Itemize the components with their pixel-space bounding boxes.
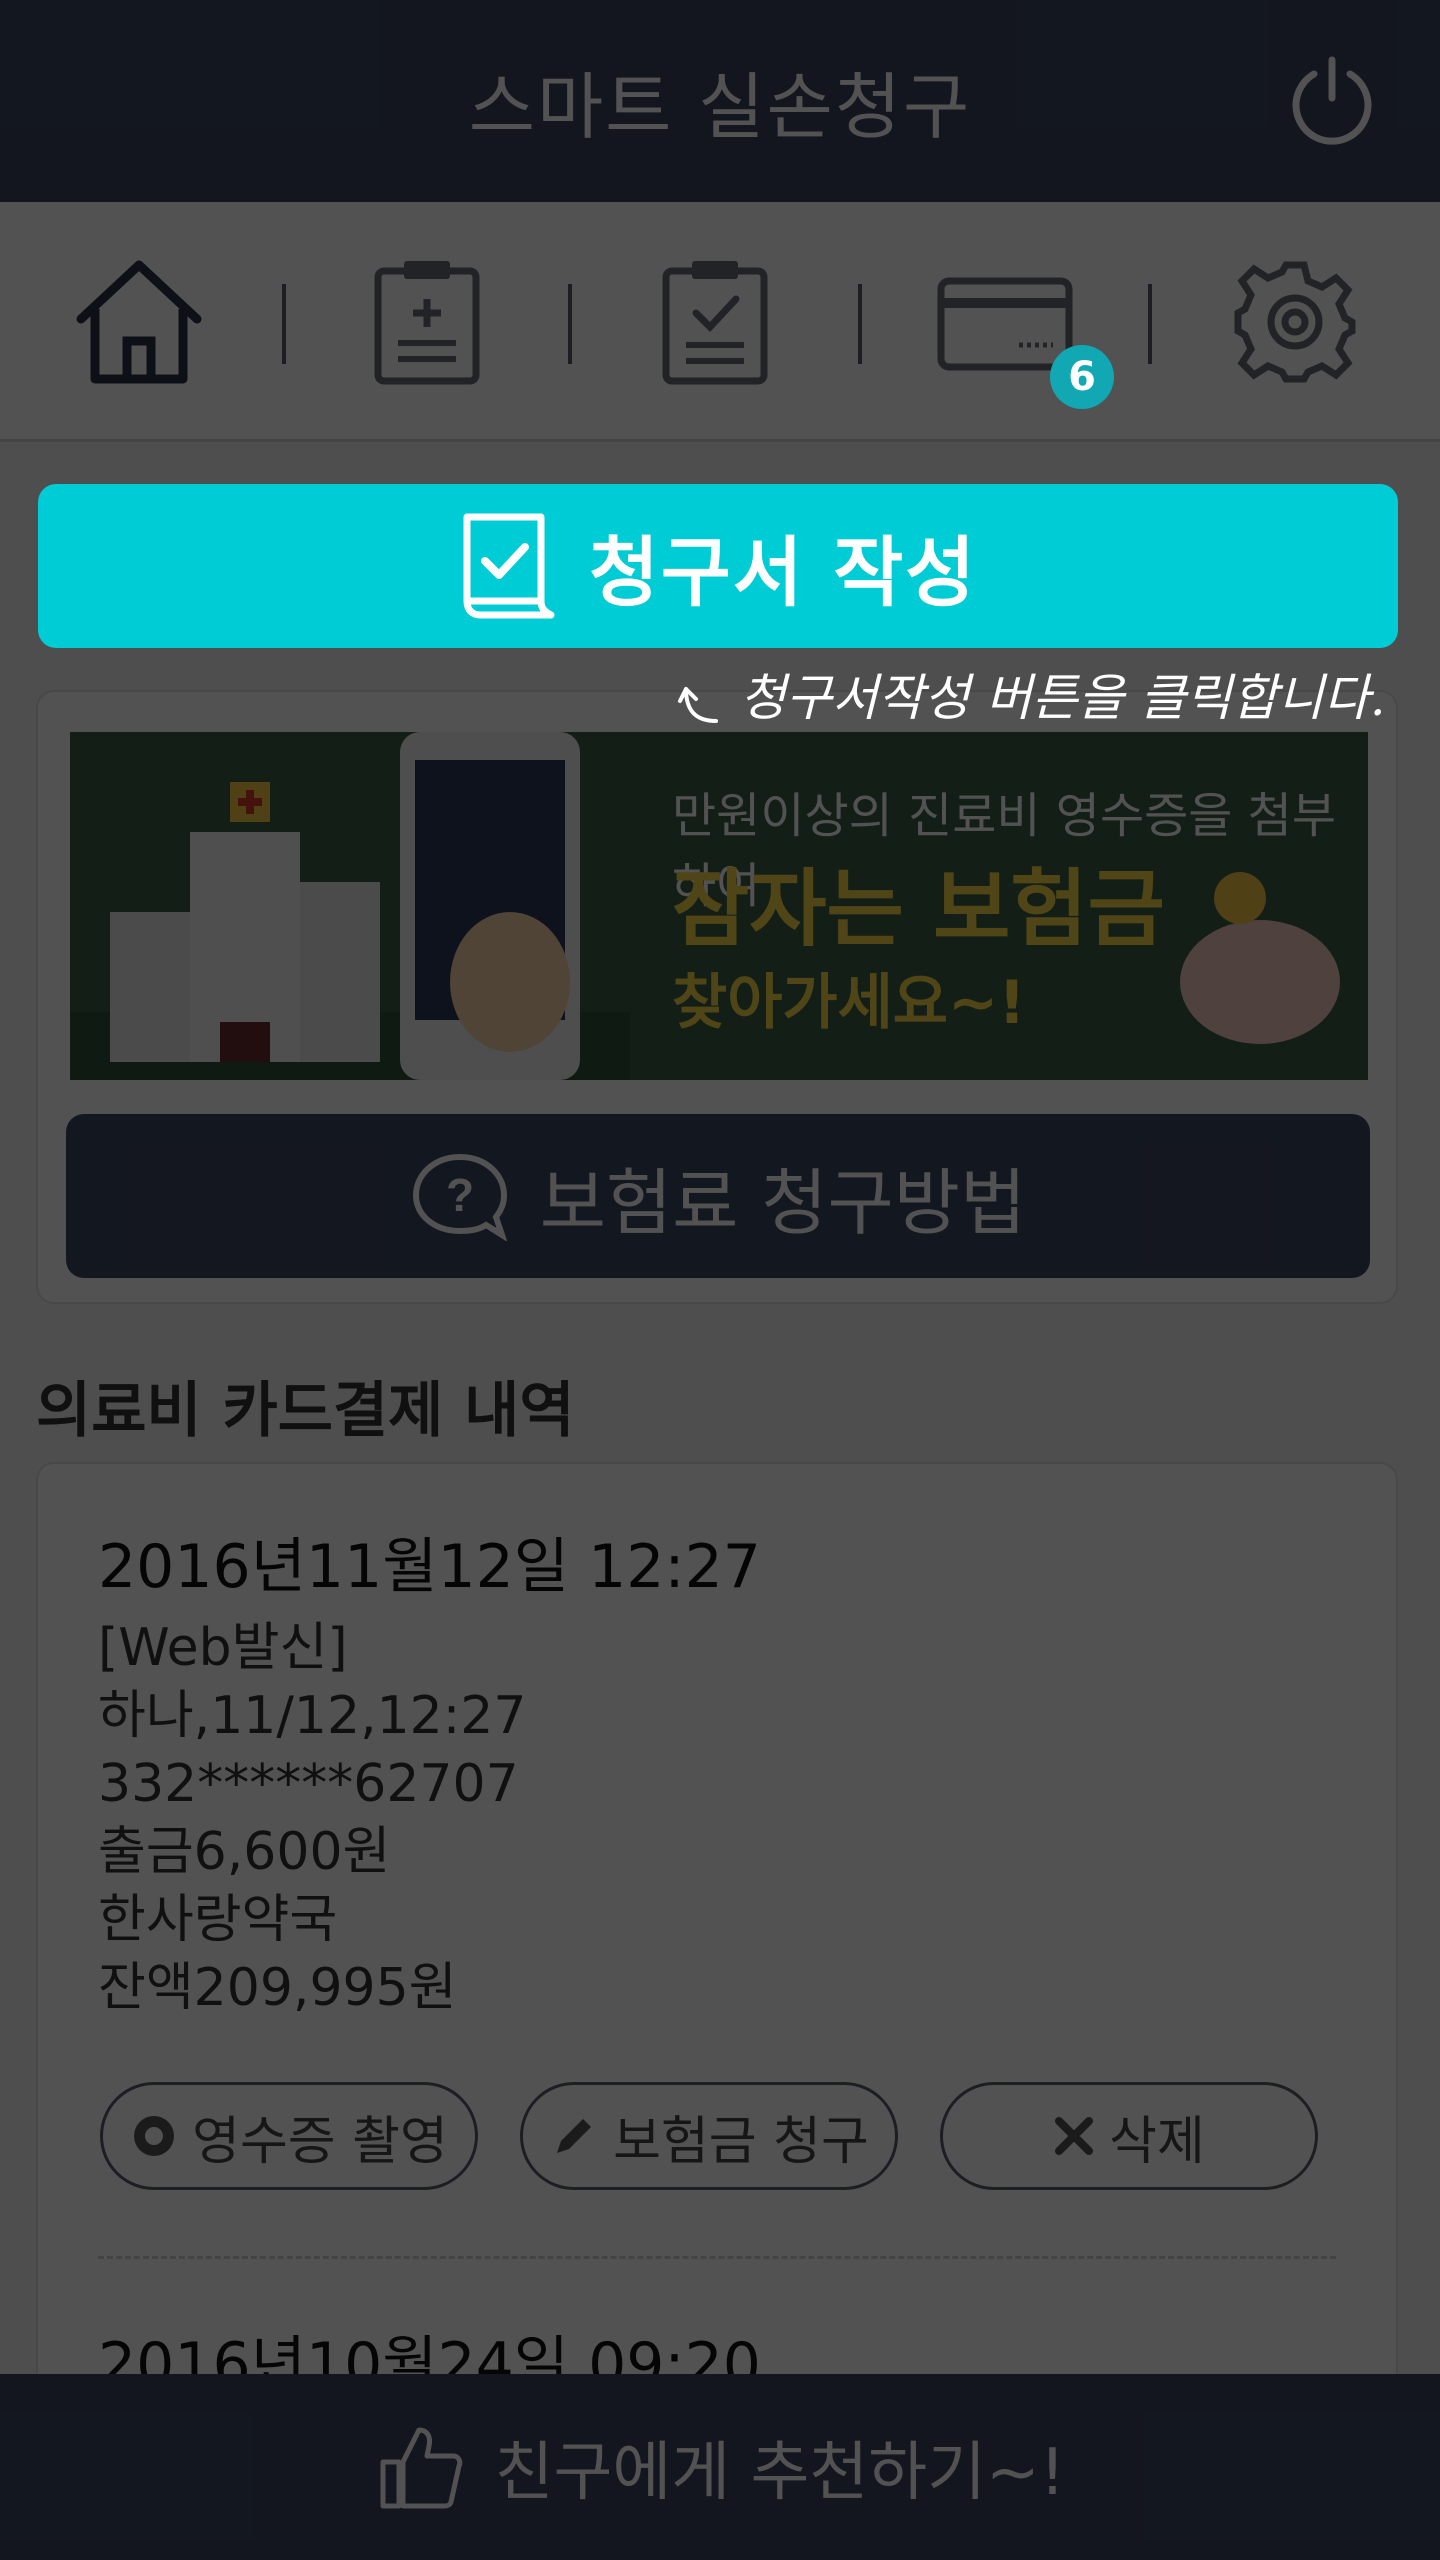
document-check-icon (463, 513, 555, 619)
delete-button[interactable]: 삭제 (940, 2082, 1318, 2190)
sms-line: 한사랑약국 (98, 1890, 338, 1950)
close-icon (1055, 2117, 1094, 2155)
clipboard-plus-icon (374, 261, 480, 385)
question-bubble-icon: ? (412, 1153, 507, 1241)
receipt-photo-button[interactable]: 영수증 촬영 (100, 2082, 478, 2190)
home-icon (76, 260, 202, 384)
sms-line: [Web발신] (98, 1618, 348, 1678)
recommend-footer[interactable]: 친구에게 추천하기~! (0, 2374, 1440, 2560)
banner-subhead: 찾아가세요~! (672, 968, 1026, 1038)
arrow-icon (678, 687, 718, 723)
entry-divider (98, 2256, 1336, 2259)
gear-icon (1234, 261, 1356, 383)
camera-icon (134, 2116, 175, 2156)
sms-line: 잔액209,995원 (98, 1958, 457, 2018)
section-title: 의료비 카드결제 내역 (36, 1376, 575, 1446)
app-title: 스마트 실손청구 (468, 65, 972, 149)
claim-insurance-button[interactable]: 보험금 청구 (520, 2082, 898, 2190)
sms-message: [Web발신] 하나,11/12,12:27 332******62707 출금… (98, 1614, 526, 2022)
write-claim-label: 청구서 작성 (588, 528, 978, 617)
claim-howto-button[interactable]: ? 보험료 청구방법 (66, 1114, 1370, 1278)
pencil-icon (557, 2119, 592, 2153)
tab-bar (0, 202, 1440, 442)
sms-line: 출금6,600원 (98, 1822, 391, 1882)
write-claim-button[interactable]: 청구서 작성 (38, 484, 1398, 648)
banner-headline: 잠자는 보험금 (672, 860, 1165, 958)
nav-divider (1148, 284, 1152, 364)
nav-divider (282, 284, 286, 364)
clipboard-check-icon (662, 261, 768, 385)
sms-line: 332******62707 (98, 1754, 519, 1814)
card-count-badge: 6 (1050, 345, 1114, 409)
nav-divider (858, 284, 862, 364)
sms-line: 하나,11/12,12:27 (98, 1686, 527, 1746)
power-icon[interactable] (1284, 52, 1380, 148)
promo-banner[interactable]: 만원이상의 진료비 영수증을 첨부하여 잠자는 보험금 찾아가세요~! (70, 732, 1368, 1080)
app-header: 스마트 실손청구 (0, 0, 1440, 202)
entry-date: 2016년11월12일 12:27 (98, 1532, 761, 1602)
thumbs-up-icon (380, 2427, 462, 2509)
banner-card: 만원이상의 진료비 영수증을 첨부하여 잠자는 보험금 찾아가세요~! ? 보험… (36, 690, 1398, 1304)
svg-text:?: ? (446, 1169, 474, 1221)
nav-divider (568, 284, 572, 364)
receipt-photo-label: 영수증 촬영 (192, 2111, 448, 2172)
tab-settings[interactable] (1220, 252, 1370, 392)
piggy-bank-illustration (1180, 872, 1340, 1044)
tab-claim-list[interactable] (640, 252, 790, 392)
tutorial-hint: 청구서작성 버튼을 클릭합니다. (676, 658, 1386, 730)
hospital-illustration (70, 732, 630, 1080)
claim-insurance-label: 보험금 청구 (613, 2111, 869, 2172)
tab-home[interactable] (64, 252, 214, 392)
claim-howto-label: 보험료 청구방법 (539, 1160, 1027, 1245)
tutorial-hint-text: 청구서작성 버튼을 클릭합니다. (739, 669, 1386, 727)
delete-label: 삭제 (1109, 2111, 1205, 2172)
recommend-label: 친구에게 추천하기~! (494, 2436, 1066, 2510)
tab-new-claim[interactable] (352, 252, 502, 392)
